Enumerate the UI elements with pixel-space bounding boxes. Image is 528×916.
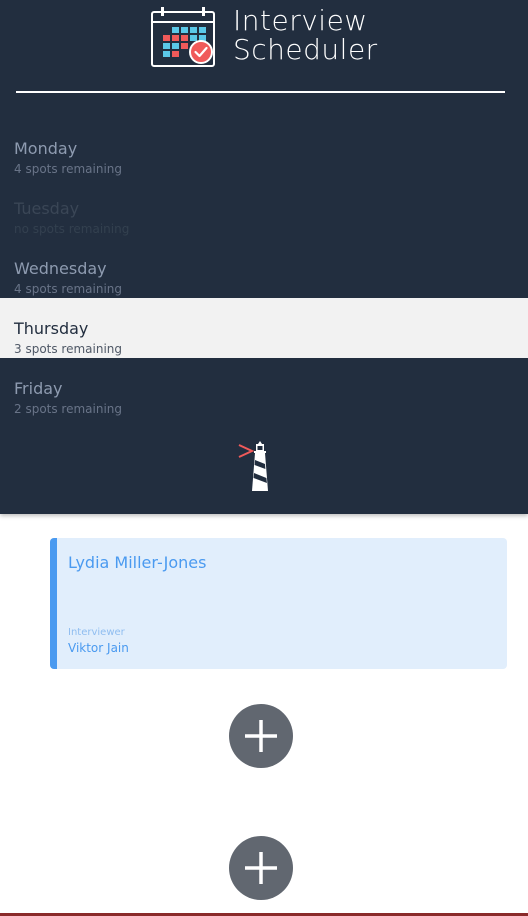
- app-title-line1: Interview: [233, 4, 368, 37]
- day-name: Thursday: [14, 319, 89, 338]
- sidebar-divider: [16, 91, 505, 93]
- day-spots-remaining: 4 spots remaining: [14, 162, 123, 176]
- interviewer-label: Interviewer: [68, 627, 125, 638]
- day-name: Wednesday: [14, 259, 107, 278]
- day-spots-remaining: 2 spots remaining: [14, 402, 123, 416]
- appointment-accent-bar: [50, 538, 57, 669]
- sidebar: Interview Scheduler Monday 4 spots remai…: [0, 0, 528, 514]
- plus-icon: [245, 720, 277, 752]
- app-title-line2: Scheduler: [233, 33, 378, 66]
- calendar-check-icon: [151, 7, 215, 67]
- add-appointment-button[interactable]: [229, 704, 293, 768]
- day-spots-remaining: 4 spots remaining: [14, 282, 123, 296]
- day-item-monday[interactable]: Monday 4 spots remaining: [0, 118, 528, 178]
- day-item-friday[interactable]: Friday 2 spots remaining: [0, 358, 528, 418]
- day-spots-remaining: no spots remaining: [14, 222, 130, 236]
- day-name: Friday: [14, 379, 63, 398]
- day-item-thursday[interactable]: Thursday 3 spots remaining: [0, 298, 528, 358]
- app-title: Interview Scheduler: [233, 6, 378, 64]
- add-appointment-button[interactable]: [229, 836, 293, 900]
- plus-icon: [245, 852, 277, 884]
- appointment-student-name: Lydia Miller-Jones: [68, 553, 207, 572]
- appointment-card[interactable]: Lydia Miller-Jones Interviewer Viktor Ja…: [50, 538, 507, 669]
- day-name: Monday: [14, 139, 78, 158]
- day-name: Tuesday: [14, 199, 80, 218]
- day-spots-remaining: 3 spots remaining: [14, 342, 123, 356]
- day-item-wednesday[interactable]: Wednesday 4 spots remaining: [0, 238, 528, 298]
- interviewer-name: Viktor Jain: [68, 641, 129, 655]
- lighthouse-icon: [238, 441, 268, 491]
- day-item-tuesday[interactable]: Tuesday no spots remaining: [0, 178, 528, 238]
